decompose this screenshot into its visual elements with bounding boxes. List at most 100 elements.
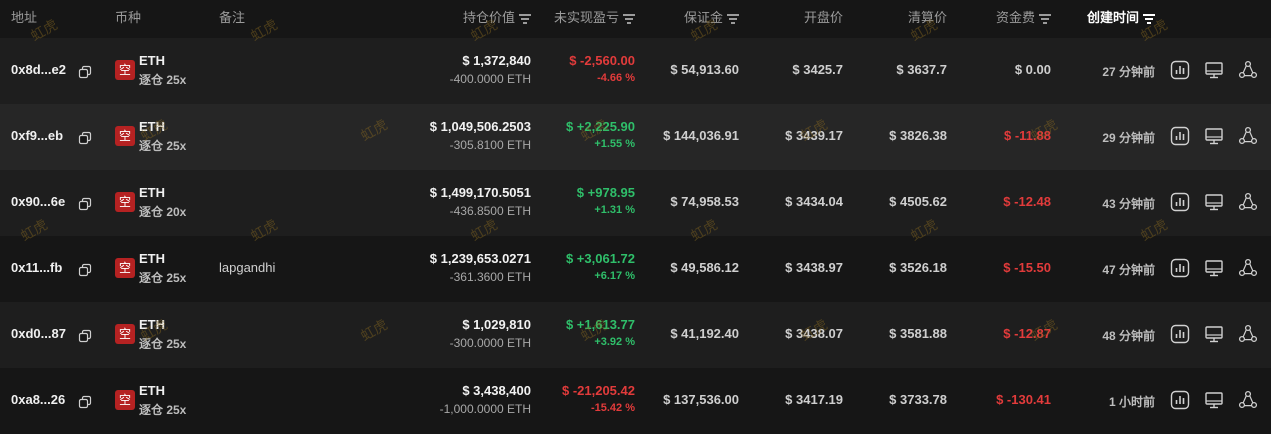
sort-icon[interactable]	[727, 14, 739, 24]
table-row[interactable]: 0x11...fb 空 ETH 逐仓 25x lapgandhi $ 1,239,653.…	[0, 236, 1271, 302]
col-funding[interactable]: 资金费	[996, 7, 1051, 26]
monitor-icon[interactable]	[1204, 390, 1224, 410]
chart-icon[interactable]	[1170, 60, 1190, 80]
note-text: lapgandhi	[219, 260, 276, 275]
sort-icon[interactable]	[623, 14, 635, 24]
coin-name: ETH	[139, 317, 165, 332]
created-time: 27 分钟前	[1102, 65, 1155, 79]
copy-icon[interactable]	[78, 395, 92, 409]
monitor-icon[interactable]	[1204, 126, 1224, 146]
sort-icon[interactable]	[1143, 14, 1155, 24]
funding-fee: $ -130.41	[996, 392, 1051, 407]
share-icon[interactable]	[1238, 390, 1258, 410]
liquidation-price: $ 3526.18	[889, 260, 947, 275]
table-header: 地址 币种 备注 持仓价值 未实现盈亏 保证金 开盘价 清算价 资金费 创建时间	[0, 0, 1271, 38]
liquidation-price: $ 4505.62	[889, 194, 947, 209]
unrealized-pnl: $ +978.95	[576, 185, 635, 200]
liquidation-price: $ 3637.7	[896, 62, 947, 77]
pnl-percent: +3.92 %	[594, 336, 635, 348]
copy-icon[interactable]	[78, 329, 92, 343]
position-value: $ 1,049,506.2503	[429, 119, 531, 134]
chart-icon[interactable]	[1170, 126, 1190, 146]
position-qty: -400.0000 ETH	[449, 72, 531, 86]
unrealized-pnl: $ +1,613.77	[565, 317, 635, 332]
table-row[interactable]: 0xd0...87 空 ETH 逐仓 25x $ 1,029,810 -300.0000 …	[0, 302, 1271, 368]
col-created-time[interactable]: 创建时间	[1087, 7, 1155, 26]
address-link[interactable]: 0xa8...26	[11, 392, 65, 407]
col-coin: 币种	[115, 10, 142, 25]
col-position-value-label: 持仓价值	[462, 10, 515, 25]
sort-icon[interactable]	[519, 14, 531, 24]
copy-icon[interactable]	[78, 131, 92, 145]
pnl-percent: -4.66 %	[597, 72, 635, 84]
chart-icon[interactable]	[1170, 390, 1190, 410]
created-time: 47 分钟前	[1102, 263, 1155, 277]
short-badge: 空	[115, 192, 135, 212]
chart-icon[interactable]	[1170, 324, 1190, 344]
share-icon[interactable]	[1238, 192, 1258, 212]
monitor-icon[interactable]	[1204, 60, 1224, 80]
margin-value: $ 49,586.12	[670, 260, 739, 275]
address-link[interactable]: 0xd0...87	[11, 326, 66, 341]
created-time: 43 分钟前	[1102, 197, 1155, 211]
liquidation-price: $ 3581.88	[889, 326, 947, 341]
position-qty: -300.0000 ETH	[449, 336, 531, 350]
copy-icon[interactable]	[78, 65, 92, 79]
short-badge: 空	[115, 390, 135, 410]
table-row[interactable]: 0xa8...26 空 ETH 逐仓 25x $ 3,438,400 -1,000.000…	[0, 368, 1271, 434]
monitor-icon[interactable]	[1204, 258, 1224, 278]
address-link[interactable]: 0x90...6e	[11, 194, 65, 209]
liquidation-price: $ 3826.38	[889, 128, 947, 143]
chart-icon[interactable]	[1170, 192, 1190, 212]
funding-fee: $ -12.48	[1003, 194, 1051, 209]
position-qty: -305.8100 ETH	[449, 138, 531, 152]
short-badge: 空	[115, 126, 135, 146]
open-price: $ 3438.97	[785, 260, 843, 275]
open-price: $ 3438.07	[785, 326, 843, 341]
position-qty: -436.8500 ETH	[449, 204, 531, 218]
col-margin[interactable]: 保证金	[684, 7, 739, 26]
share-icon[interactable]	[1238, 60, 1258, 80]
funding-fee: $ 0.00	[1014, 62, 1051, 77]
position-value: $ 1,239,653.0271	[429, 251, 531, 266]
col-margin-label: 保证金	[683, 10, 723, 25]
sort-icon[interactable]	[1039, 14, 1051, 24]
funding-fee: $ -11.88	[1004, 128, 1051, 143]
coin-name: ETH	[139, 185, 165, 200]
table-row[interactable]: 0x8d...e2 空 ETH 逐仓 25x $ 1,372,840 -400.0000 …	[0, 38, 1271, 104]
share-icon[interactable]	[1238, 126, 1258, 146]
leverage-label: 逐仓 20x	[139, 205, 187, 219]
leverage-label: 逐仓 25x	[139, 337, 187, 351]
share-icon[interactable]	[1238, 324, 1258, 344]
open-price: $ 3417.19	[785, 392, 843, 407]
address-link[interactable]: 0xf9...eb	[11, 128, 63, 143]
leverage-label: 逐仓 25x	[139, 139, 187, 153]
leverage-label: 逐仓 25x	[139, 271, 187, 285]
copy-icon[interactable]	[78, 263, 92, 277]
col-unrealized-pnl-label: 未实现盈亏	[553, 10, 619, 25]
position-qty: -1,000.0000 ETH	[439, 402, 531, 416]
margin-value: $ 144,036.91	[663, 128, 739, 143]
position-qty: -361.3600 ETH	[449, 270, 531, 284]
copy-icon[interactable]	[78, 197, 92, 211]
unrealized-pnl: $ -21,205.42	[561, 383, 635, 398]
col-liq-price: 清算价	[907, 10, 947, 25]
col-open-price: 开盘价	[803, 10, 843, 25]
col-position-value[interactable]: 持仓价值	[463, 7, 531, 26]
col-unrealized-pnl[interactable]: 未实现盈亏	[554, 7, 635, 26]
position-value: $ 1,372,840	[462, 53, 531, 68]
monitor-icon[interactable]	[1204, 324, 1224, 344]
unrealized-pnl: $ +2,225.90	[565, 119, 635, 134]
short-badge: 空	[115, 60, 135, 80]
pnl-percent: +1.31 %	[594, 204, 635, 216]
share-icon[interactable]	[1238, 258, 1258, 278]
address-link[interactable]: 0x11...fb	[11, 260, 62, 275]
table-row[interactable]: 0xf9...eb 空 ETH 逐仓 25x $ 1,049,506.2503 -305.…	[0, 104, 1271, 170]
chart-icon[interactable]	[1170, 258, 1190, 278]
table-row[interactable]: 0x90...6e 空 ETH 逐仓 20x $ 1,499,170.5051 -436.…	[0, 170, 1271, 236]
monitor-icon[interactable]	[1204, 192, 1224, 212]
position-value: $ 1,029,810	[462, 317, 531, 332]
position-value: $ 3,438,400	[462, 383, 531, 398]
short-badge: 空	[115, 258, 135, 278]
address-link[interactable]: 0x8d...e2	[11, 62, 66, 77]
